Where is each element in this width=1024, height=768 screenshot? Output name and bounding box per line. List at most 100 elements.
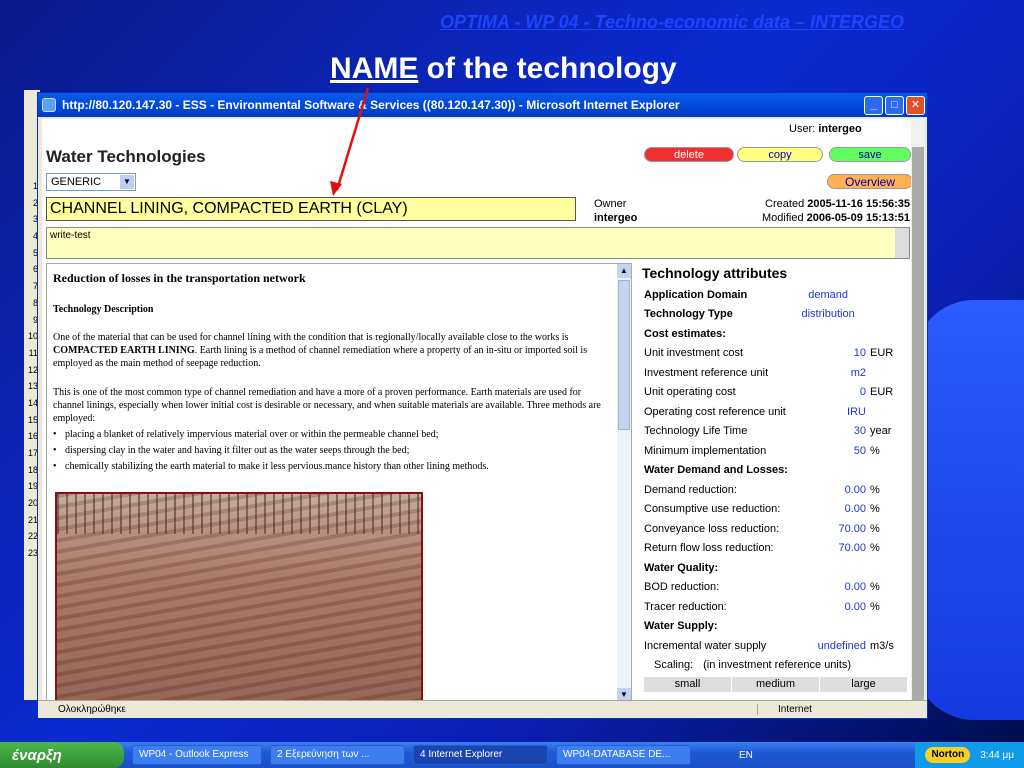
attribute-row: Operating cost reference unit IRU (640, 402, 910, 422)
attribute-value[interactable]: 0.00 (804, 503, 870, 515)
page-content: User: intergeo Water Technologies delete… (42, 119, 911, 703)
owner-block: Owner intergeo (594, 197, 637, 225)
attribute-value[interactable]: 0.00 (804, 581, 870, 593)
method-list: placing a blanket of relatively impervio… (53, 427, 611, 475)
attribute-label: Demand reduction: (644, 483, 737, 496)
attribute-unit: % (870, 444, 880, 457)
slide-title-rest: of the technology (418, 52, 677, 85)
attribute-label: Tracer reduction: (644, 600, 727, 613)
attribute-label: Cost estimates: (644, 327, 726, 340)
attribute-label: Investment reference unit (644, 366, 769, 379)
attribute-value[interactable]: 50 (804, 445, 870, 457)
attribute-unit: % (870, 600, 880, 613)
language-indicator[interactable]: EN (739, 750, 753, 761)
attribute-value[interactable]: 0.00 (804, 601, 870, 613)
attribute-value[interactable]: 70.00 (804, 542, 870, 554)
attribute-label: Return flow loss reduction: (644, 542, 774, 555)
attribute-value[interactable]: distribution (786, 308, 875, 320)
description-paragraph-1: One of the material that can be used for… (53, 331, 611, 370)
attribute-label: Technology Type (644, 308, 733, 321)
scroll-up-icon[interactable]: ▲ (617, 264, 631, 278)
status-zone: Internet (757, 704, 927, 715)
category-select[interactable]: GENERIC ▼ (46, 173, 136, 191)
attribute-label: Water Demand and Losses: (644, 464, 788, 477)
attribute-unit: % (870, 542, 880, 555)
attribute-value[interactable]: 0 (804, 386, 870, 398)
maximize-button[interactable]: □ (885, 95, 904, 115)
system-tray: Norton 3:44 μμ (915, 742, 1024, 768)
main-scrollbar[interactable] (911, 119, 925, 707)
description-heading: Reduction of losses in the transportatio… (53, 271, 306, 285)
attribute-value[interactable]: 30 (804, 425, 870, 437)
attribute-label: Minimum implementation (644, 444, 767, 457)
attribute-row: Demand reduction: 0.00% (640, 480, 910, 500)
task-explorer[interactable]: 2 Εξερεύνηση των ... (270, 745, 405, 765)
task-outlook[interactable]: WP04 - Outlook Express (132, 745, 262, 765)
attribute-value[interactable]: IRU (804, 406, 870, 418)
notes-field[interactable]: write-test (46, 227, 910, 259)
notes-text: write-test (50, 230, 91, 241)
attribute-row: Water Demand and Losses: (640, 461, 910, 481)
title-bar[interactable]: http://80.120.147.30 - ESS - Environment… (38, 93, 927, 117)
attribute-unit: % (870, 581, 880, 594)
attribute-label: Water Quality: (644, 561, 719, 574)
attribute-value[interactable]: 70.00 (804, 523, 870, 535)
scroll-thumb[interactable] (618, 280, 630, 430)
list-item: chemically stabilizing the earth materia… (53, 459, 611, 475)
attribute-label: Unit operating cost (644, 386, 736, 399)
close-button[interactable]: ✕ (906, 95, 925, 115)
attribute-row: Water Supply: (640, 617, 910, 637)
main-scroll-thumb[interactable] (912, 147, 924, 707)
attribute-row: Unit investment cost 10 EUR (640, 344, 910, 364)
delete-button[interactable]: delete (644, 147, 734, 162)
attribute-value[interactable]: m2 (804, 367, 870, 379)
attribute-value[interactable]: 10 (804, 347, 870, 359)
task-database[interactable]: WP04-DATABASE DE... (556, 745, 691, 765)
start-button[interactable]: έναρξη (0, 742, 124, 768)
ie-icon (42, 98, 56, 112)
attribute-unit: % (870, 522, 880, 535)
attribute-row: Unit operating cost 0 EUR (640, 383, 910, 403)
description-subheading: Technology Description (53, 304, 154, 315)
attribute-row: Conveyance loss reduction: 70.00% (640, 519, 910, 539)
attribute-row: Cost estimates: (640, 324, 910, 344)
attribute-label: BOD reduction: (644, 581, 720, 594)
attribute-value[interactable]: demand (786, 289, 875, 301)
page-title: Water Technologies (46, 147, 206, 166)
attribute-row: Investment reference unit m2 (640, 363, 910, 383)
taskbar: έναρξη WP04 - Outlook Express 2 Εξερεύνη… (0, 742, 1024, 768)
attribute-row: Tracer reduction: 0.00% (640, 597, 910, 617)
task-internet-explorer[interactable]: 4 Internet Explorer (413, 745, 548, 765)
attribute-value[interactable]: 0.00 (804, 484, 870, 496)
attribute-row: Technology Type distribution (640, 305, 910, 325)
decorative-shape (914, 300, 1024, 720)
slide-header: OPTIMA - WP 04 - Techno-economic data – … (440, 12, 905, 32)
slide-title: NAME of the technology (330, 52, 677, 86)
modified-value: 2006-05-09 15:13:51 (806, 212, 910, 224)
attribute-label: Incremental water supply (644, 639, 767, 652)
attribute-label: Consumptive use reduction: (644, 503, 781, 516)
copy-button[interactable]: copy (737, 147, 823, 162)
browser-window: http://80.120.147.30 - ESS - Environment… (37, 92, 928, 719)
attributes-list: Application Domain demand Technology Type d… (640, 285, 910, 656)
norton-icon[interactable]: Norton (925, 747, 971, 763)
description-scrollbar[interactable]: ▲ ▼ (617, 264, 631, 702)
para1-bold: COMPACTED EARTH LINING (53, 345, 195, 356)
minimize-button[interactable]: _ (864, 95, 883, 115)
attribute-row: Incremental water supply undefined m3/s (640, 636, 910, 656)
attribute-row: Consumptive use reduction: 0.00% (640, 500, 910, 520)
attribute-row: Application Domain demand (640, 285, 910, 305)
chevron-down-icon[interactable]: ▼ (120, 175, 134, 189)
overview-button[interactable]: Overview (827, 174, 911, 189)
technology-name-field[interactable]: CHANNEL LINING, COMPACTED EARTH (CLAY) (46, 197, 576, 221)
notes-scrollbar[interactable] (895, 228, 909, 258)
attribute-value[interactable]: undefined (804, 640, 870, 652)
window-title: http://80.120.147.30 - ESS - Environment… (62, 98, 680, 112)
save-button[interactable]: save (829, 147, 911, 162)
attributes-pane: Technology attributes Application Domain… (640, 263, 910, 703)
user-name: intergeo (818, 123, 862, 135)
attributes-title: Technology attributes (642, 265, 788, 281)
photo-trees (57, 494, 421, 534)
user-label: User: intergeo (789, 123, 862, 135)
scale-col-small: small (644, 677, 732, 692)
